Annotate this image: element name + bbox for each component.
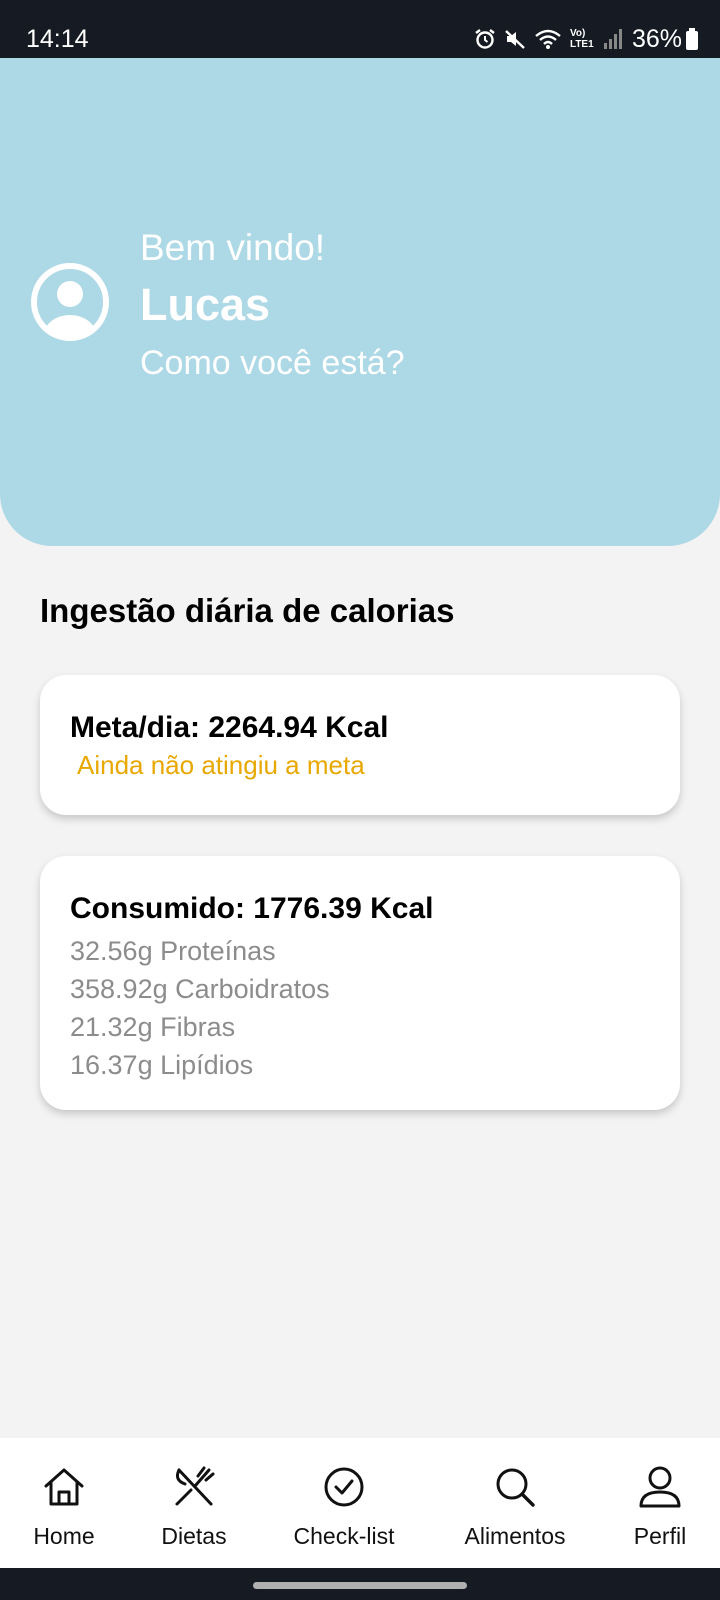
status-icons: Vo) LTE1 36% (466, 24, 698, 54)
consumed-card: Consumido: 1776.39 Kcal 32.56g Proteínas… (40, 856, 680, 1110)
nav-alimentos-label: Alimentos (464, 1523, 566, 1549)
welcome-header: Bem vindo! Lucas Como você está? (0, 58, 720, 546)
macro-lipids: 16.37g Lipídios (70, 1050, 254, 1080)
home-icon (44, 1468, 84, 1506)
macro-carbs: 358.92g Carboidratos (70, 974, 330, 1004)
mute-icon (504, 28, 526, 50)
search-icon (496, 1468, 535, 1507)
user-name: Lucas (140, 279, 271, 330)
user-circle-icon[interactable] (29, 261, 111, 343)
alarm-icon (474, 28, 496, 50)
nav-home-label: Home (33, 1523, 95, 1549)
user-icon (639, 1466, 681, 1508)
welcome-text: Bem vindo! (140, 227, 326, 268)
nav-checklist[interactable]: Check-list (274, 1438, 414, 1568)
status-bar: 14:14 Vo) LTE1 36% (0, 0, 720, 58)
system-nav-bar (0, 1568, 720, 1600)
nav-alimentos[interactable]: Alimentos (450, 1438, 580, 1568)
battery-level: 36% (631, 25, 682, 53)
goal-card: Meta/dia: 2264.94 Kcal Ainda não atingiu… (40, 675, 680, 815)
battery-icon (686, 28, 698, 50)
bottom-nav: Home Dietas Check-list Alimentos Perfil (0, 1438, 720, 1568)
nav-dietas[interactable]: Dietas (144, 1438, 244, 1568)
goal-status: Ainda não atingiu a meta (77, 750, 365, 780)
network-label: Vo) LTE1 (569, 28, 594, 50)
wifi-icon (534, 28, 562, 50)
macros-list: 32.56g Proteínas 358.92g Carboidratos 21… (70, 932, 330, 1084)
nav-perfil-label: Perfil (633, 1523, 687, 1549)
macro-fiber: 21.32g Fibras (70, 1012, 236, 1042)
macro-protein: 32.56g Proteínas (70, 936, 276, 966)
nav-dietas-label: Dietas (161, 1523, 227, 1549)
fork-knife-icon (175, 1466, 215, 1506)
greeting-subtitle: Como você está? (140, 344, 405, 382)
signal-icon (603, 29, 622, 49)
nav-checklist-label: Check-list (293, 1523, 395, 1549)
check-circle-icon (324, 1467, 364, 1507)
goal-heading: Meta/dia: 2264.94 Kcal (70, 711, 389, 744)
consumed-heading: Consumido: 1776.39 Kcal (70, 892, 434, 925)
section-title: Ingestão diária de calorias (40, 592, 455, 629)
status-time: 14:14 (26, 25, 89, 53)
nav-home[interactable]: Home (14, 1438, 114, 1568)
nav-perfil[interactable]: Perfil (610, 1438, 710, 1568)
home-indicator[interactable] (253, 1582, 467, 1589)
